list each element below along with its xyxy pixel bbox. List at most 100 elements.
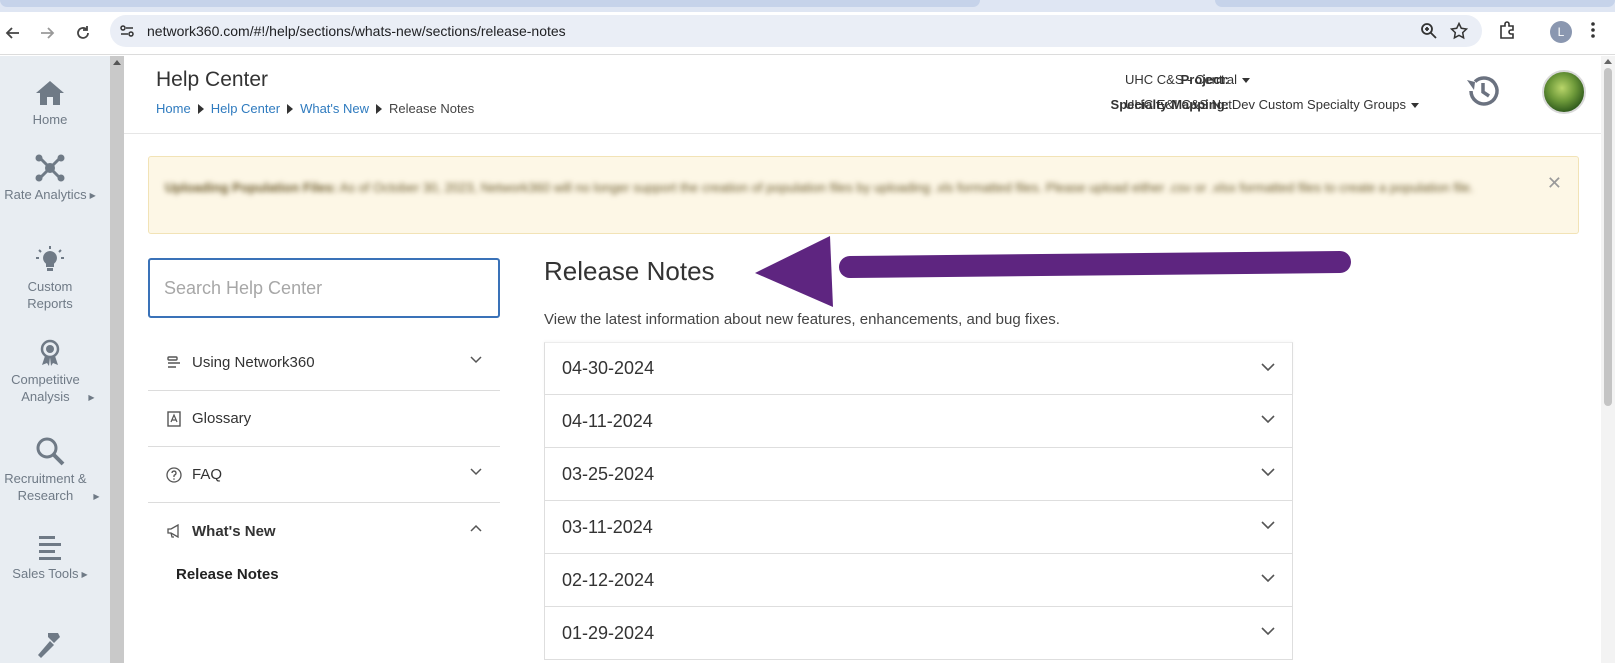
help-menu-item-whats-new[interactable]: What's New bbox=[148, 503, 500, 559]
bookmark-star-icon[interactable] bbox=[1449, 21, 1469, 45]
release-date: 04-11-2024 bbox=[562, 410, 653, 431]
browser-tab-strip bbox=[0, 0, 1615, 12]
chevron-down-icon bbox=[470, 356, 482, 364]
nav-item-custom-reports[interactable]: Custom Reports bbox=[0, 246, 100, 312]
release-item[interactable]: 01-29-2024 bbox=[544, 607, 1293, 660]
url-text[interactable]: network360.com/#!/help/sections/whats-ne… bbox=[147, 23, 566, 39]
help-menu-label: Glossary bbox=[192, 410, 252, 427]
help-submenu-release-notes[interactable]: Release Notes bbox=[148, 559, 500, 591]
list-icon bbox=[39, 536, 61, 560]
profile-avatar[interactable]: L bbox=[1550, 21, 1572, 43]
chevron-down-icon bbox=[470, 468, 482, 476]
home-icon bbox=[36, 81, 64, 105]
sidebar-scrollbar[interactable] bbox=[110, 56, 124, 663]
help-menu: Using Network360 Glossary FAQ What's New… bbox=[148, 335, 500, 591]
page-title: Help Center bbox=[156, 68, 269, 91]
nav-item-label: Rate Analytics ▶ bbox=[4, 187, 96, 202]
release-date: 03-11-2024 bbox=[562, 516, 653, 537]
page-header: Help Center Home Help Center What's New … bbox=[124, 56, 1601, 134]
chevron-down-icon bbox=[1261, 521, 1275, 530]
scroll-up-icon[interactable] bbox=[1604, 59, 1612, 64]
release-date: 02-12-2024 bbox=[562, 569, 655, 590]
help-search-input[interactable] bbox=[150, 260, 498, 316]
zoom-icon[interactable] bbox=[1420, 22, 1438, 45]
nav-item-label: Home bbox=[32, 112, 68, 127]
annotation-arrow bbox=[755, 236, 1351, 307]
release-date: 03-25-2024 bbox=[562, 463, 655, 484]
submenu-caret-icon: ▶ bbox=[89, 191, 96, 201]
nav-item-rate-analytics[interactable]: Rate Analytics ▶ bbox=[0, 154, 100, 204]
nav-item-label: Sales Tools ▶ bbox=[12, 566, 88, 581]
award-icon bbox=[40, 339, 60, 366]
scrollbar-thumb[interactable] bbox=[1604, 68, 1612, 406]
extensions-icon[interactable] bbox=[1497, 20, 1517, 45]
release-accordion: 04-30-2024 04-11-2024 03-25-2024 03-11-2… bbox=[544, 342, 1293, 660]
browser-tab[interactable] bbox=[1215, 0, 1615, 7]
breadcrumb-current: Release Notes bbox=[389, 101, 475, 116]
specialty-mapping-dropdown[interactable]: UHC E&I C&S NetDev Custom Specialty Grou… bbox=[1125, 97, 1420, 112]
release-date: 01-29-2024 bbox=[562, 622, 655, 643]
network-icon bbox=[35, 154, 65, 182]
breadcrumb-separator-icon bbox=[287, 103, 294, 114]
submenu-caret-icon: ▶ bbox=[81, 570, 88, 580]
announcement-text: Uploading Population Files: As of Octobe… bbox=[165, 180, 1474, 195]
release-notes-description: View the latest information about new fe… bbox=[544, 311, 1060, 328]
help-menu-item-using-network360[interactable]: Using Network360 bbox=[148, 335, 500, 391]
address-bar[interactable]: network360.com/#!/help/sections/whats-ne… bbox=[110, 15, 1482, 47]
app-sidebar: Home Rate Analytics ▶ Custom Reports Comp… bbox=[0, 56, 110, 663]
announcement-banner: Uploading Population Files: As of Octobe… bbox=[148, 156, 1579, 234]
lightbulb-icon bbox=[36, 246, 64, 271]
help-search-field[interactable] bbox=[148, 258, 500, 318]
nav-item-label: Recruitment & Research ▶ bbox=[4, 471, 100, 503]
submenu-caret-icon: ▶ bbox=[93, 492, 100, 502]
scroll-up-icon[interactable] bbox=[113, 60, 121, 65]
release-item[interactable]: 02-12-2024 bbox=[544, 554, 1293, 607]
nav-item-tools[interactable] bbox=[0, 629, 100, 663]
chevron-down-icon bbox=[1261, 468, 1275, 477]
browser-menu-icon[interactable] bbox=[1590, 20, 1596, 45]
question-icon bbox=[166, 466, 182, 483]
release-item[interactable]: 04-11-2024 bbox=[544, 395, 1293, 448]
forward-icon[interactable] bbox=[34, 20, 60, 46]
help-menu-item-faq[interactable]: FAQ bbox=[148, 447, 500, 503]
nav-item-label: Custom Reports bbox=[27, 279, 73, 311]
book-icon bbox=[166, 410, 182, 427]
browser-tab[interactable] bbox=[0, 0, 980, 7]
page-scrollbar[interactable] bbox=[1601, 56, 1615, 663]
nav-item-label: Competitive Analysis ▶ bbox=[11, 372, 95, 404]
submenu-caret-icon: ▶ bbox=[88, 393, 95, 403]
release-item[interactable]: 03-25-2024 bbox=[544, 448, 1293, 501]
reload-icon[interactable] bbox=[70, 20, 96, 46]
help-menu-label: FAQ bbox=[192, 466, 223, 483]
project-dropdown[interactable]: UHC C&S - Central bbox=[1125, 72, 1250, 87]
nav-item-recruitment-research[interactable]: Recruitment & Research ▶ bbox=[0, 436, 100, 505]
release-item[interactable]: 04-30-2024 bbox=[544, 342, 1293, 395]
chevron-down-icon bbox=[1261, 627, 1275, 636]
megaphone-icon bbox=[166, 523, 182, 539]
release-notes-heading: Release Notes bbox=[544, 256, 715, 286]
release-item[interactable]: 03-11-2024 bbox=[544, 501, 1293, 554]
nav-item-competitive-analysis[interactable]: Competitive Analysis ▶ bbox=[0, 339, 100, 406]
guide-icon bbox=[166, 355, 182, 371]
chevron-down-icon bbox=[1411, 103, 1420, 109]
search-icon bbox=[36, 437, 65, 466]
breadcrumb-whats-new[interactable]: What's New bbox=[300, 101, 369, 116]
chevron-down-icon bbox=[1261, 363, 1275, 372]
breadcrumb-help-center[interactable]: Help Center bbox=[211, 101, 280, 116]
breadcrumb-separator-icon bbox=[376, 103, 383, 114]
nav-item-home[interactable]: Home bbox=[0, 79, 100, 128]
help-menu-item-glossary[interactable]: Glossary bbox=[148, 391, 500, 447]
nav-item-sales-tools[interactable]: Sales Tools ▶ bbox=[0, 533, 100, 583]
user-avatar[interactable] bbox=[1542, 70, 1586, 114]
breadcrumb-home[interactable]: Home bbox=[156, 101, 191, 116]
site-settings-icon[interactable] bbox=[119, 23, 135, 44]
history-icon[interactable] bbox=[1464, 72, 1502, 115]
chevron-up-icon bbox=[470, 524, 482, 532]
chevron-down-icon bbox=[1261, 574, 1275, 583]
help-menu-label: What's New bbox=[192, 522, 276, 540]
chevron-down-icon bbox=[1241, 78, 1250, 84]
back-icon[interactable] bbox=[0, 20, 26, 46]
close-icon[interactable]: ✕ bbox=[1547, 173, 1562, 194]
release-date: 04-30-2024 bbox=[562, 358, 655, 378]
help-menu-label: Using Network360 bbox=[192, 354, 315, 371]
